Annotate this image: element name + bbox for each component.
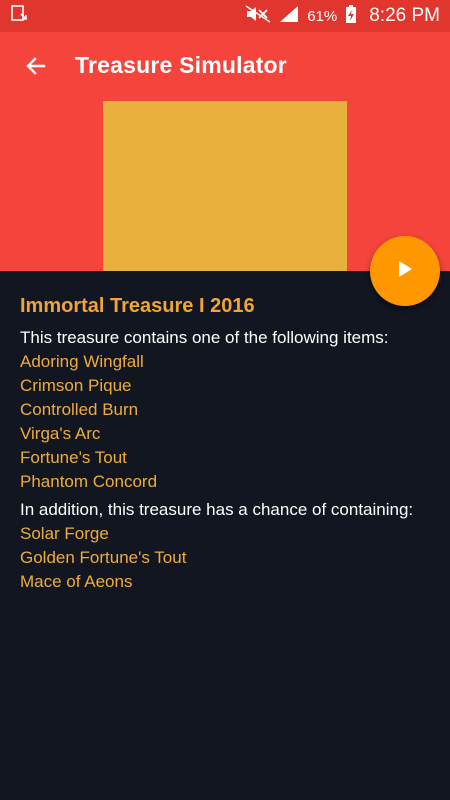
arrow-left-icon: [24, 54, 48, 83]
battery-percent: 61%: [307, 7, 338, 25]
battery-charging-icon: [345, 4, 357, 29]
bonus-label: In addition, this treasure has a chance …: [20, 500, 414, 519]
signal-icon: [279, 5, 299, 28]
screen: 61% 8:26 PM Treasure Simulator Immortal …: [0, 0, 450, 800]
mute-icon: [245, 4, 271, 28]
status-left: [10, 4, 245, 28]
list-item[interactable]: Mace of Aeons: [20, 570, 440, 594]
list-item[interactable]: Golden Fortune's Tout: [20, 546, 440, 570]
list-item[interactable]: Crimson Pique: [20, 374, 440, 398]
status-right: 61% 8:26 PM: [245, 4, 440, 29]
item-list: Adoring Wingfall Crimson Pique Controlle…: [20, 350, 440, 494]
list-item[interactable]: Virga's Arc: [20, 422, 440, 446]
list-item[interactable]: Solar Forge: [20, 522, 440, 546]
treasure-image: [103, 101, 347, 271]
play-icon: [397, 260, 413, 283]
app-bar: Treasure Simulator: [0, 32, 450, 271]
bonus-item-list: Solar Forge Golden Fortune's Tout Mace o…: [20, 522, 440, 594]
list-item[interactable]: Fortune's Tout: [20, 446, 440, 470]
page-title: Treasure Simulator: [75, 52, 287, 78]
status-bar: 61% 8:26 PM: [0, 0, 450, 32]
status-time: 8:26 PM: [369, 5, 440, 26]
back-button[interactable]: [14, 48, 58, 88]
download-icon: [10, 4, 28, 28]
list-item[interactable]: Phantom Concord: [20, 470, 440, 494]
treasure-name: Immortal Treasure I 2016: [20, 295, 255, 317]
treasure-details: Immortal Treasure I 2016 This treasure c…: [20, 292, 440, 594]
list-item[interactable]: Adoring Wingfall: [20, 350, 440, 374]
contains-label: This treasure contains one of the follow…: [20, 328, 389, 347]
list-item[interactable]: Controlled Burn: [20, 398, 440, 422]
